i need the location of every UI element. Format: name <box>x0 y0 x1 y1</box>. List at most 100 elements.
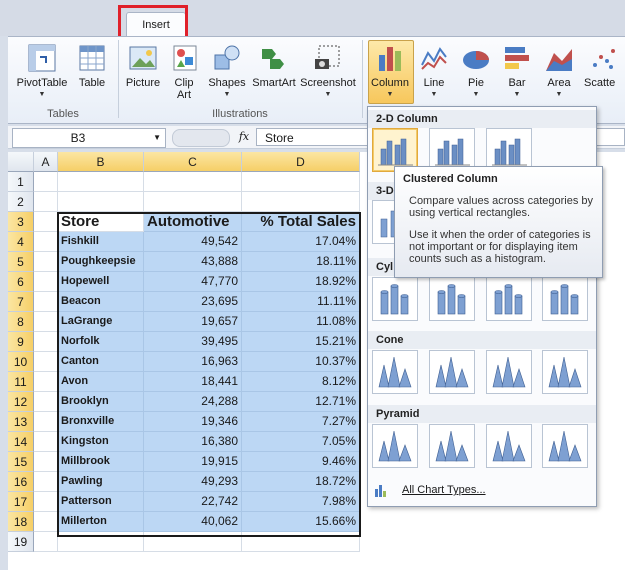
stacked-cone-thumbnail[interactable] <box>429 350 475 394</box>
row-header-9[interactable]: 9 <box>8 332 34 352</box>
formula-bar-splitter[interactable] <box>172 129 230 147</box>
3d-cylinder-thumbnail[interactable] <box>542 277 588 321</box>
pivottable-button[interactable]: PivotTable ▼ <box>14 42 70 101</box>
row-header-14[interactable]: 14 <box>8 432 34 452</box>
column-header-b[interactable]: B <box>58 152 144 172</box>
100-stacked-cylinder-thumbnail[interactable] <box>486 277 532 321</box>
line-chart-icon <box>417 42 451 74</box>
cell-a11[interactable] <box>34 372 58 392</box>
cell-a19[interactable] <box>34 532 58 552</box>
cell-a18[interactable] <box>34 512 58 532</box>
column-header-d[interactable]: D <box>242 152 360 172</box>
section-cylinder: Cyl <box>368 258 396 276</box>
bar-chart-icon <box>500 42 534 74</box>
clustered-cylinder-thumbnail[interactable] <box>372 277 418 321</box>
row-header-17[interactable]: 17 <box>8 492 34 512</box>
cell-a1[interactable] <box>34 172 58 192</box>
row-header-7[interactable]: 7 <box>8 292 34 312</box>
bar-chart-button[interactable]: Bar ▼ <box>498 42 536 101</box>
column-chart-icon <box>373 42 407 74</box>
cell-d1[interactable] <box>242 172 360 192</box>
screenshot-icon <box>311 42 345 74</box>
illustrations-group-label: Illustrations <box>212 108 268 120</box>
row-header-10[interactable]: 10 <box>8 352 34 372</box>
cell-a13[interactable] <box>34 412 58 432</box>
clustered-cone-thumbnail[interactable] <box>372 350 418 394</box>
column-chart-button[interactable]: Column ▼ <box>368 42 412 101</box>
name-box-dropdown-icon[interactable]: ▼ <box>153 129 161 147</box>
cell-c2[interactable] <box>144 192 242 212</box>
picture-icon <box>126 42 160 74</box>
line-chart-button[interactable]: Line ▼ <box>414 42 454 101</box>
3d-cone-thumbnail[interactable] <box>542 350 588 394</box>
cell-a5[interactable] <box>34 252 58 272</box>
screenshot-button[interactable]: Screenshot ▼ <box>298 42 358 101</box>
row-header-18[interactable]: 18 <box>8 512 34 532</box>
cell-d2[interactable] <box>242 192 360 212</box>
cell-b2[interactable] <box>58 192 144 212</box>
insert-function-icon[interactable]: fx <box>232 128 256 146</box>
table-button[interactable]: Table <box>72 42 112 89</box>
clip-art-button[interactable]: Clip Art <box>168 42 200 101</box>
shapes-button[interactable]: Shapes ▼ <box>206 42 248 101</box>
cell-a6[interactable] <box>34 272 58 292</box>
row-header-6[interactable]: 6 <box>8 272 34 292</box>
row-header-19[interactable]: 19 <box>8 532 34 552</box>
group-separator <box>118 40 119 118</box>
pie-chart-button[interactable]: Pie ▼ <box>456 42 496 101</box>
cell-a16[interactable] <box>34 472 58 492</box>
row-header-5[interactable]: 5 <box>8 252 34 272</box>
clustered-pyramid-thumbnail[interactable] <box>372 424 418 468</box>
scatter-chart-button[interactable]: Scatte <box>582 42 625 89</box>
picture-button[interactable]: Picture <box>122 42 164 89</box>
row-header-16[interactable]: 16 <box>8 472 34 492</box>
cell-a2[interactable] <box>34 192 58 212</box>
row-header-12[interactable]: 12 <box>8 392 34 412</box>
pivottable-icon <box>25 42 59 74</box>
row-header-3[interactable]: 3 <box>8 212 34 232</box>
cell-b1[interactable] <box>58 172 144 192</box>
100-stacked-cone-thumbnail[interactable] <box>486 350 532 394</box>
ribbon-tab-strip <box>0 0 625 36</box>
cell-a8[interactable] <box>34 312 58 332</box>
shapes-icon <box>210 42 244 74</box>
cell-a9[interactable] <box>34 332 58 352</box>
pie-chart-icon <box>459 42 493 74</box>
cell-a12[interactable] <box>34 392 58 412</box>
row-header-8[interactable]: 8 <box>8 312 34 332</box>
clustered-column-tooltip: Clustered Column Compare values across c… <box>394 166 603 278</box>
stacked-pyramid-thumbnail[interactable] <box>429 424 475 468</box>
row-header-2[interactable]: 2 <box>8 192 34 212</box>
table-icon <box>75 42 109 74</box>
cell-c1[interactable] <box>144 172 242 192</box>
tooltip-title: Clustered Column <box>403 173 498 185</box>
cell-a15[interactable] <box>34 452 58 472</box>
100-stacked-pyramid-thumbnail[interactable] <box>486 424 532 468</box>
tooltip-usage: Use it when the order of categories is n… <box>409 229 591 265</box>
insert-tab-callout <box>118 5 188 39</box>
all-chart-types-link[interactable]: All Chart Types... <box>372 481 582 499</box>
3d-pyramid-thumbnail[interactable] <box>542 424 588 468</box>
cell-a3[interactable] <box>34 212 58 232</box>
area-chart-button[interactable]: Area ▼ <box>538 42 580 101</box>
row-header-11[interactable]: 11 <box>8 372 34 392</box>
row-header-1[interactable]: 1 <box>8 172 34 192</box>
chart-types-icon <box>374 483 390 503</box>
column-header-c[interactable]: C <box>144 152 242 172</box>
column-header-a[interactable]: A <box>34 152 58 172</box>
select-all-corner[interactable] <box>8 152 34 172</box>
cell-a10[interactable] <box>34 352 58 372</box>
cell-a4[interactable] <box>34 232 58 252</box>
smartart-button[interactable]: SmartArt <box>250 42 298 89</box>
clip-art-icon <box>168 42 202 74</box>
row-header-4[interactable]: 4 <box>8 232 34 252</box>
cell-a17[interactable] <box>34 492 58 512</box>
stacked-cylinder-thumbnail[interactable] <box>429 277 475 321</box>
section-cone: Cone <box>368 331 596 349</box>
cell-a14[interactable] <box>34 432 58 452</box>
name-box[interactable]: B3 ▼ <box>12 128 166 148</box>
scatter-chart-icon <box>587 42 621 74</box>
row-header-13[interactable]: 13 <box>8 412 34 432</box>
cell-a7[interactable] <box>34 292 58 312</box>
row-header-15[interactable]: 15 <box>8 452 34 472</box>
